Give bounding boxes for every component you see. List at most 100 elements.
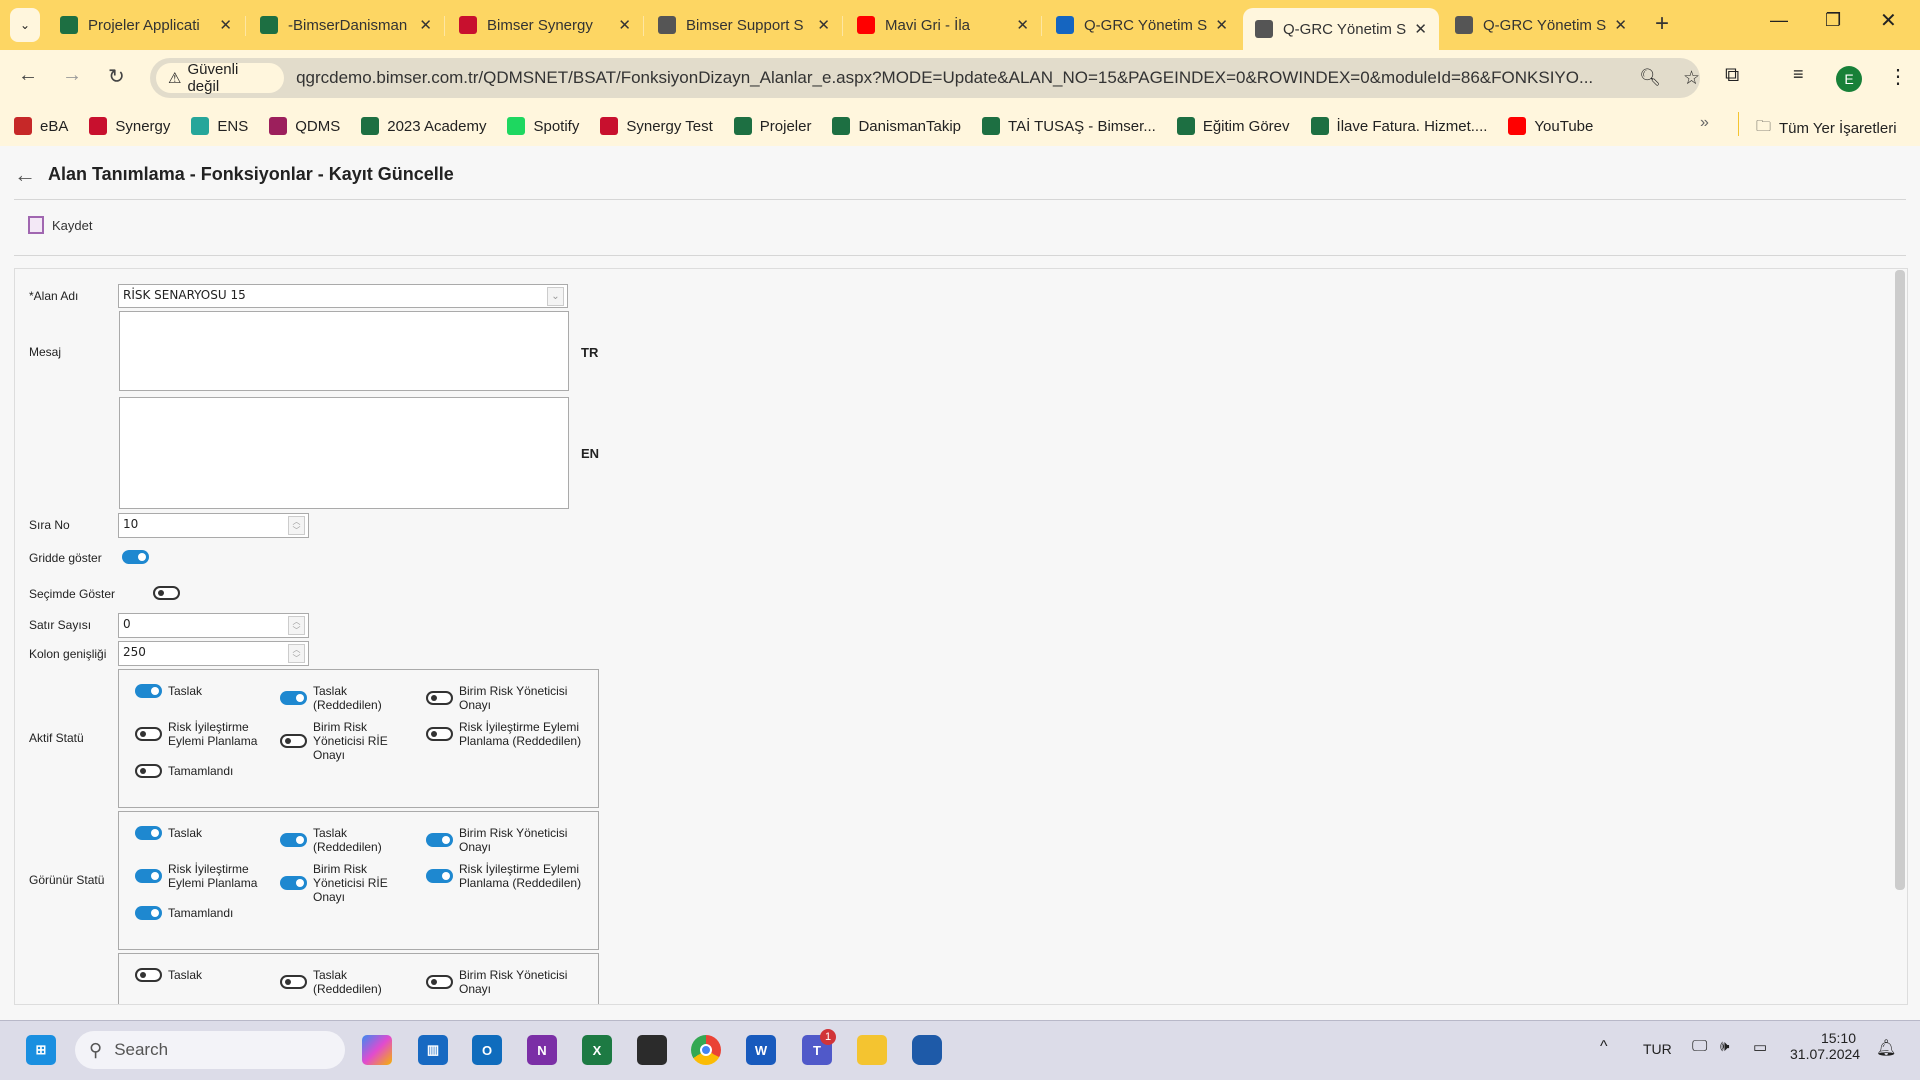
kolon-genisligi-input[interactable]: 250 ︿ ﹀ <box>118 641 309 666</box>
chevron-down-icon[interactable]: ⌄ <box>547 287 564 306</box>
status-option[interactable]: Taslak <box>135 968 265 982</box>
extensions-icon[interactable]: ⧉ <box>1725 64 1739 87</box>
close-tab-icon[interactable]: ✕ <box>1016 16 1029 34</box>
status-toggle[interactable] <box>135 869 162 883</box>
status-toggle[interactable] <box>280 876 307 890</box>
satir-sayisi-input[interactable]: 0 ︿ ﹀ <box>118 613 309 638</box>
all-bookmarks[interactable]: 🗀 Tüm Yer İşaretleri <box>1756 116 1897 141</box>
status-option[interactable]: Birim Risk Yöneticisi Onayı <box>426 684 586 712</box>
status-option[interactable]: Tamamlandı <box>135 764 265 778</box>
widgets-icon[interactable]: ▥ <box>418 1035 448 1065</box>
bookmark[interactable]: DanismanTakip <box>832 117 961 135</box>
browser-tab[interactable]: Q-GRC Yönetim S ✕ <box>1443 8 1639 42</box>
zoom-icon[interactable]: 🔍︎ <box>1639 68 1661 88</box>
bookmark[interactable]: Eğitim Görev <box>1176 117 1290 135</box>
browser-tab[interactable]: -BimserDanisman ✕ <box>248 8 444 42</box>
close-tab-icon[interactable]: ✕ <box>1614 16 1627 34</box>
outlook-icon[interactable]: O <box>472 1035 502 1065</box>
close-tab-icon[interactable]: ✕ <box>419 16 432 34</box>
bookmark[interactable]: TAİ TUSAŞ - Bimser... <box>982 117 1156 135</box>
word-icon[interactable]: W <box>746 1035 776 1065</box>
status-option[interactable]: Birim Risk Yöneticisi RİE Onayı <box>280 862 400 904</box>
close-window-button[interactable]: ✕ <box>1880 8 1897 33</box>
mesaj-en-textarea[interactable] <box>119 397 569 509</box>
reload-icon[interactable]: ↻ <box>108 64 125 89</box>
gridde-goster-toggle[interactable] <box>122 550 149 564</box>
battery-icon[interactable]: ▭ <box>1753 1038 1767 1056</box>
menu-icon[interactable]: ⋮ <box>1888 64 1908 89</box>
browser-tab[interactable]: Projeler Applicati ✕ <box>48 8 244 42</box>
bookmark[interactable]: QDMS <box>269 117 340 135</box>
status-toggle[interactable] <box>135 727 162 741</box>
forward-icon[interactable]: → <box>62 64 82 87</box>
browser-tab[interactable]: Mavi Gri - İla ✕ <box>845 8 1041 42</box>
status-toggle[interactable] <box>135 968 162 982</box>
profile-avatar[interactable]: E <box>1836 66 1862 92</box>
taskbar-search[interactable]: ⚲ Search <box>75 1031 345 1069</box>
browser-tab[interactable]: Q-GRC Yönetim S ✕ <box>1044 8 1240 42</box>
status-toggle[interactable] <box>426 869 453 883</box>
browser-tab[interactable]: Bimser Support S ✕ <box>646 8 842 42</box>
bookmark[interactable]: İlave Fatura. Hizmet.... <box>1310 117 1487 135</box>
bookmark[interactable]: 2023 Academy <box>361 117 486 135</box>
chrome-icon[interactable] <box>691 1035 721 1065</box>
maximize-button[interactable]: ❐ <box>1825 10 1841 31</box>
spinner-icon[interactable]: ︿ ﹀ <box>288 644 305 663</box>
tab-search-button[interactable]: ⌄ <box>10 8 40 42</box>
browser-tab[interactable]: Q-GRC Yönetim S ✕ <box>1243 8 1439 50</box>
minimize-button[interactable]: — <box>1770 10 1788 31</box>
more-bookmarks-icon[interactable]: » <box>1700 114 1709 132</box>
status-option[interactable]: Taslak (Reddedilen) <box>280 684 400 712</box>
security-chip[interactable]: ⚠ Güvenli değil <box>156 61 285 95</box>
status-option[interactable]: Risk İyileştirme Eylemi Planlama <box>135 720 265 748</box>
excel-icon[interactable]: X <box>582 1035 612 1065</box>
status-option[interactable]: Taslak (Reddedilen) <box>280 968 400 996</box>
status-option[interactable]: Birim Risk Yöneticisi Onayı <box>426 826 586 854</box>
status-option[interactable]: Birim Risk Yöneticisi RİE Onayı <box>280 720 400 762</box>
sticky-notes-icon[interactable] <box>637 1035 667 1065</box>
spinner-icon[interactable]: ︿ ﹀ <box>288 516 305 535</box>
status-toggle[interactable] <box>135 906 162 920</box>
show-hidden-icons[interactable]: ^ <box>1600 1038 1608 1056</box>
browser-tab[interactable]: Bimser Synergy ✕ <box>447 8 643 42</box>
star-icon[interactable]: ☆ <box>1683 67 1700 90</box>
mesaj-tr-textarea[interactable] <box>119 311 569 391</box>
close-tab-icon[interactable]: ✕ <box>618 16 631 34</box>
status-toggle[interactable] <box>426 727 453 741</box>
close-tab-icon[interactable]: ✕ <box>1215 16 1228 34</box>
close-tab-icon[interactable]: ✕ <box>1414 20 1427 38</box>
alan-adi-select[interactable]: RİSK SENARYOSU 15 ⌄ <box>118 284 568 308</box>
address-bar[interactable]: ⚠ Güvenli değil qgrcdemo.bimser.com.tr/QD… <box>150 58 1700 98</box>
scrollbar[interactable] <box>1895 270 1905 890</box>
volume-icon[interactable]: 🕪 <box>1720 1038 1729 1055</box>
windows-start-icon[interactable]: ⊞ <box>26 1035 56 1065</box>
status-option[interactable]: Risk İyileştirme Eylemi Planlama <box>135 862 265 890</box>
status-toggle[interactable] <box>135 684 162 698</box>
status-toggle[interactable] <box>280 734 307 748</box>
secimde-goster-toggle[interactable] <box>153 586 181 600</box>
status-option[interactable]: Birim Risk Yöneticisi Onayı <box>426 968 586 996</box>
network-icon[interactable]: 🖵 <box>1692 1038 1707 1056</box>
file-explorer-icon[interactable] <box>857 1035 887 1065</box>
back-icon[interactable]: ← <box>18 64 38 87</box>
url-text[interactable]: qgrcdemo.bimser.com.tr/QDMSNET/BSAT/Fonk… <box>296 68 1629 88</box>
status-toggle[interactable] <box>426 691 453 705</box>
save-button[interactable]: Kaydet <box>28 216 92 234</box>
bookmark[interactable]: Spotify <box>507 117 579 135</box>
status-toggle[interactable] <box>280 691 307 705</box>
status-option[interactable]: Taslak <box>135 826 265 840</box>
status-option[interactable]: Risk İyileştirme Eylemi Planlama (Redded… <box>426 720 586 748</box>
status-toggle[interactable] <box>135 826 162 840</box>
notification-bell-icon[interactable]: 🔔︎ <box>1876 1038 1896 1058</box>
status-option[interactable]: Risk İyileştirme Eylemi Planlama (Redded… <box>426 862 586 890</box>
clock[interactable]: 15:10 31.07.2024 <box>1790 1030 1860 1062</box>
status-option[interactable]: Taslak <box>135 684 265 698</box>
status-toggle[interactable] <box>280 975 307 989</box>
status-toggle[interactable] <box>426 975 453 989</box>
close-tab-icon[interactable]: ✕ <box>219 16 232 34</box>
bookmark[interactable]: ENS <box>191 117 248 135</box>
status-option[interactable]: Tamamlandı <box>135 906 265 920</box>
status-toggle[interactable] <box>135 764 162 778</box>
new-tab-button[interactable]: + <box>1655 10 1669 38</box>
back-arrow-icon[interactable]: ← <box>14 162 36 188</box>
